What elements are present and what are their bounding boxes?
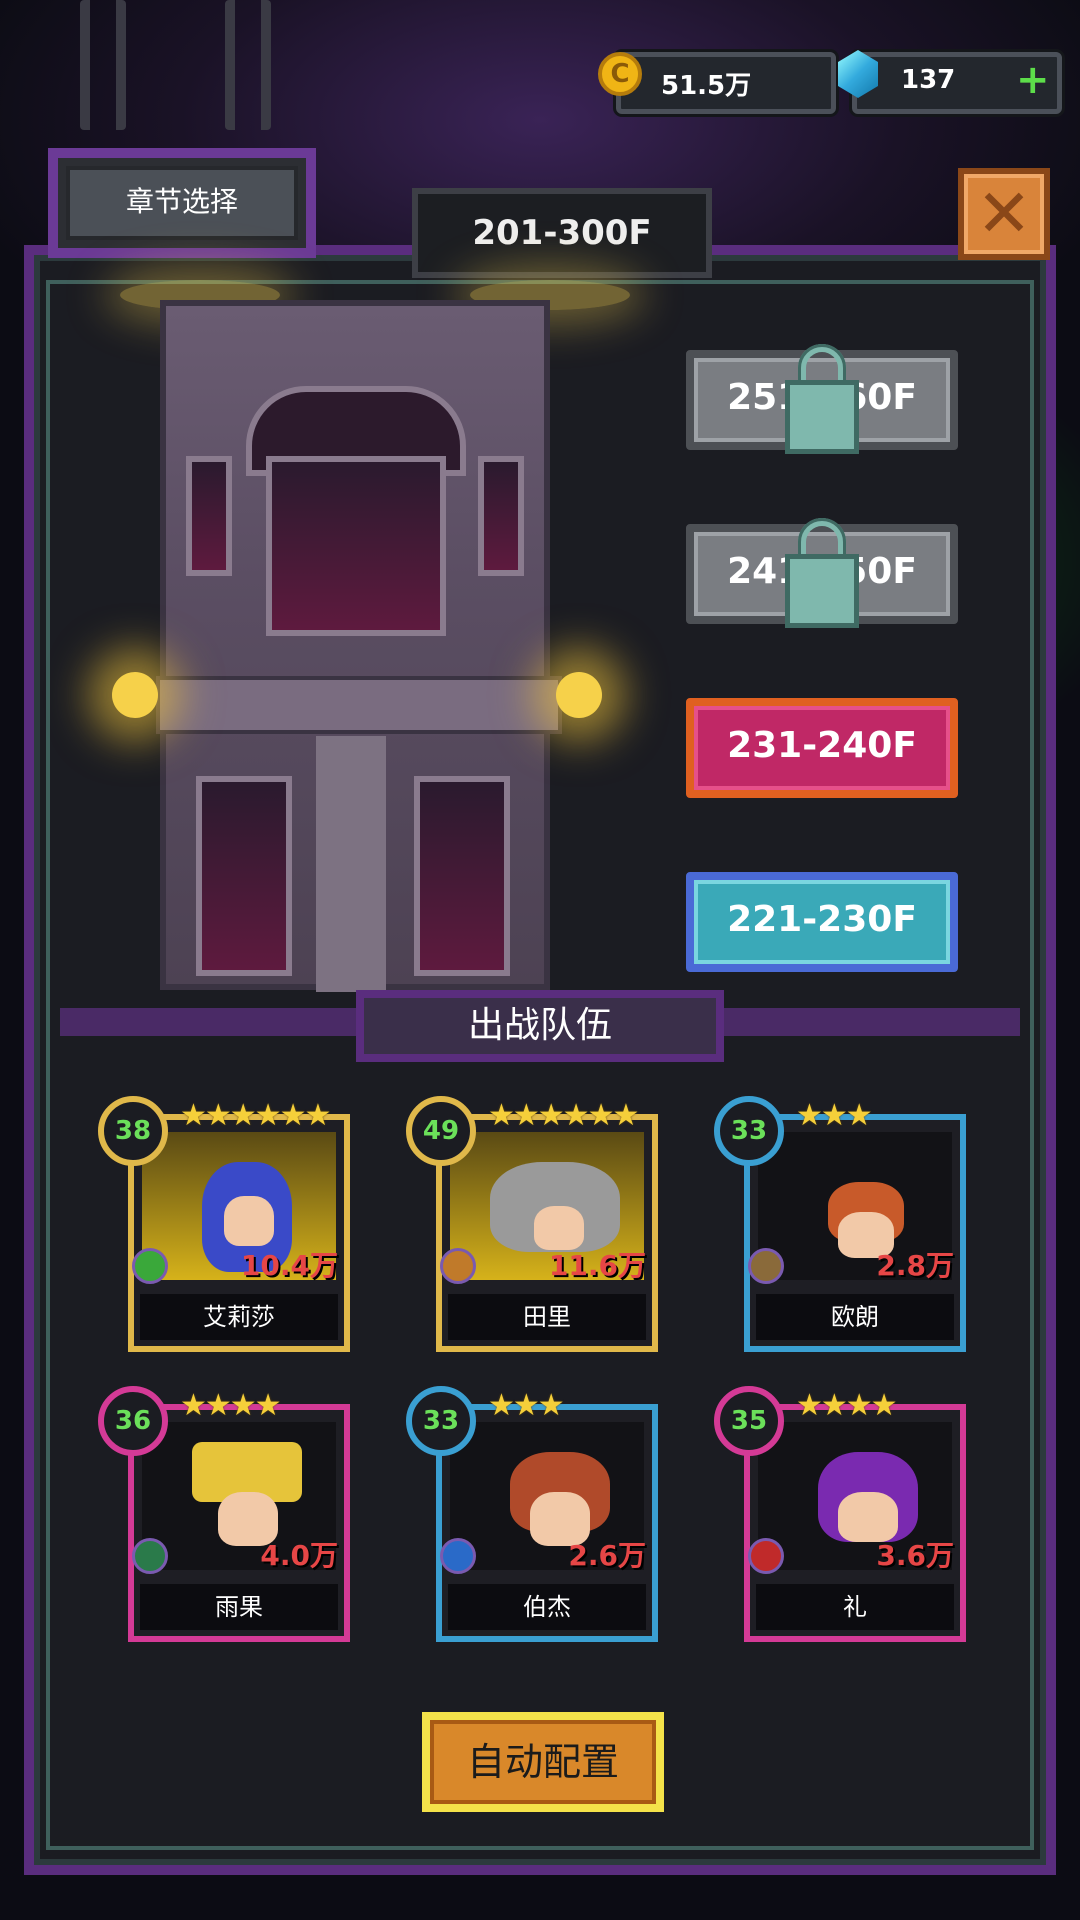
hero-power: 2.8万 bbox=[876, 1249, 954, 1282]
element-fire-icon bbox=[748, 1538, 784, 1574]
tower-lower-window-left bbox=[196, 776, 292, 976]
chapter-select-label: 章节选择 bbox=[66, 166, 298, 240]
tower-side-window-right bbox=[478, 456, 524, 576]
add-gems-button[interactable]: + bbox=[1016, 60, 1050, 100]
hero-power: 3.6万 bbox=[876, 1539, 954, 1572]
gem-value: 137 bbox=[901, 65, 956, 95]
hero-stars: ★★★★ bbox=[180, 1388, 282, 1423]
tower-pillar bbox=[316, 736, 386, 992]
hero-power: 2.6万 bbox=[568, 1539, 646, 1572]
element-bow-icon bbox=[132, 1538, 168, 1574]
hero-level-badge: 35 bbox=[714, 1386, 784, 1456]
close-icon: ✕ bbox=[976, 175, 1032, 252]
torch-right bbox=[556, 672, 602, 718]
hero-stars: ★★★★★★ bbox=[180, 1098, 331, 1133]
gold-value: 51.5万 bbox=[661, 71, 752, 101]
lock-icon bbox=[785, 554, 859, 628]
close-button[interactable]: ✕ bbox=[958, 168, 1050, 260]
auto-configure-button[interactable]: 自动配置 bbox=[422, 1712, 664, 1812]
torch-left bbox=[112, 672, 158, 718]
floor-label: 231-240F bbox=[727, 725, 917, 766]
hero-name: 伯杰 bbox=[448, 1584, 646, 1630]
floor-button-231-240[interactable]: 231-240F bbox=[686, 698, 958, 798]
tower-main-window bbox=[266, 456, 446, 636]
tower-ledge bbox=[156, 676, 562, 734]
hero-stars: ★★★★ bbox=[796, 1388, 898, 1423]
tower-illustration bbox=[156, 300, 562, 992]
floor-range-title: 201-300F bbox=[412, 188, 712, 278]
element-lightning-icon bbox=[440, 1538, 476, 1574]
hero-stars: ★★★★★★ bbox=[488, 1098, 639, 1133]
floor-label: 221-230F bbox=[727, 899, 917, 940]
element-earth-icon bbox=[440, 1248, 476, 1284]
chapter-select-button[interactable]: 章节选择 bbox=[48, 148, 316, 258]
hero-level-badge: 38 bbox=[98, 1096, 168, 1166]
tower-lower-window-right bbox=[414, 776, 510, 976]
chain-left bbox=[80, 0, 126, 130]
hero-level-badge: 36 bbox=[98, 1386, 168, 1456]
hero-level-badge: 33 bbox=[406, 1386, 476, 1456]
hero-level-badge: 33 bbox=[714, 1096, 784, 1166]
hero-power: 4.0万 bbox=[260, 1539, 338, 1572]
hero-stars: ★★★ bbox=[488, 1388, 565, 1423]
element-wind-icon bbox=[132, 1248, 168, 1284]
tower-side-window-left bbox=[186, 456, 232, 576]
hero-name: 雨果 bbox=[140, 1584, 338, 1630]
hero-level-badge: 49 bbox=[406, 1096, 476, 1166]
hero-power: 11.6万 bbox=[548, 1249, 646, 1282]
hero-face bbox=[224, 1196, 274, 1246]
gold-coin-icon: C bbox=[598, 52, 642, 96]
gold-bar: 51.5万 bbox=[616, 52, 836, 114]
hero-name: 礼 bbox=[756, 1584, 954, 1630]
floor-button-221-230[interactable]: 221-230F bbox=[686, 872, 958, 972]
element-sword-icon bbox=[748, 1248, 784, 1284]
hero-name: 艾莉莎 bbox=[140, 1294, 338, 1340]
lock-icon bbox=[785, 380, 859, 454]
hero-name: 田里 bbox=[448, 1294, 646, 1340]
hero-name: 欧朗 bbox=[756, 1294, 954, 1340]
hero-stars: ★★★ bbox=[796, 1098, 873, 1133]
hero-power: 10.4万 bbox=[240, 1249, 338, 1282]
chain-right bbox=[225, 0, 271, 130]
team-title: 出战队伍 bbox=[356, 990, 724, 1062]
